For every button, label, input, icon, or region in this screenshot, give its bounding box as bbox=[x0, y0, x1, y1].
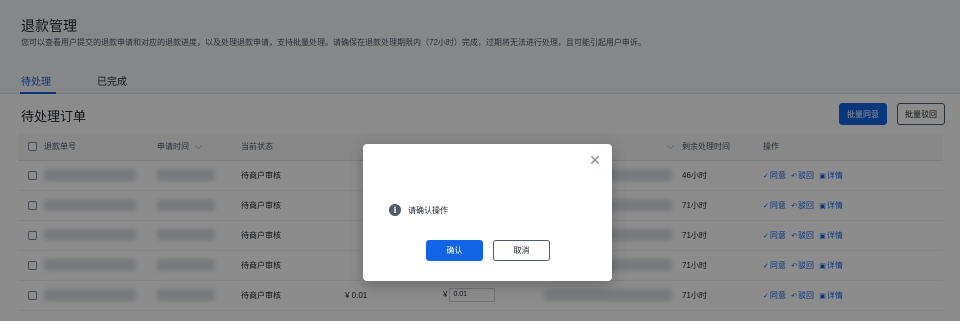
confirm-button[interactable]: 确认 bbox=[426, 240, 483, 261]
info-icon: i bbox=[389, 204, 401, 216]
dialog-message: 请确认操作 bbox=[408, 206, 448, 215]
confirm-dialog: ✕ i 请确认操作 确认 取消 bbox=[363, 144, 612, 281]
close-icon[interactable]: ✕ bbox=[588, 153, 602, 167]
cancel-button[interactable]: 取消 bbox=[493, 240, 550, 261]
